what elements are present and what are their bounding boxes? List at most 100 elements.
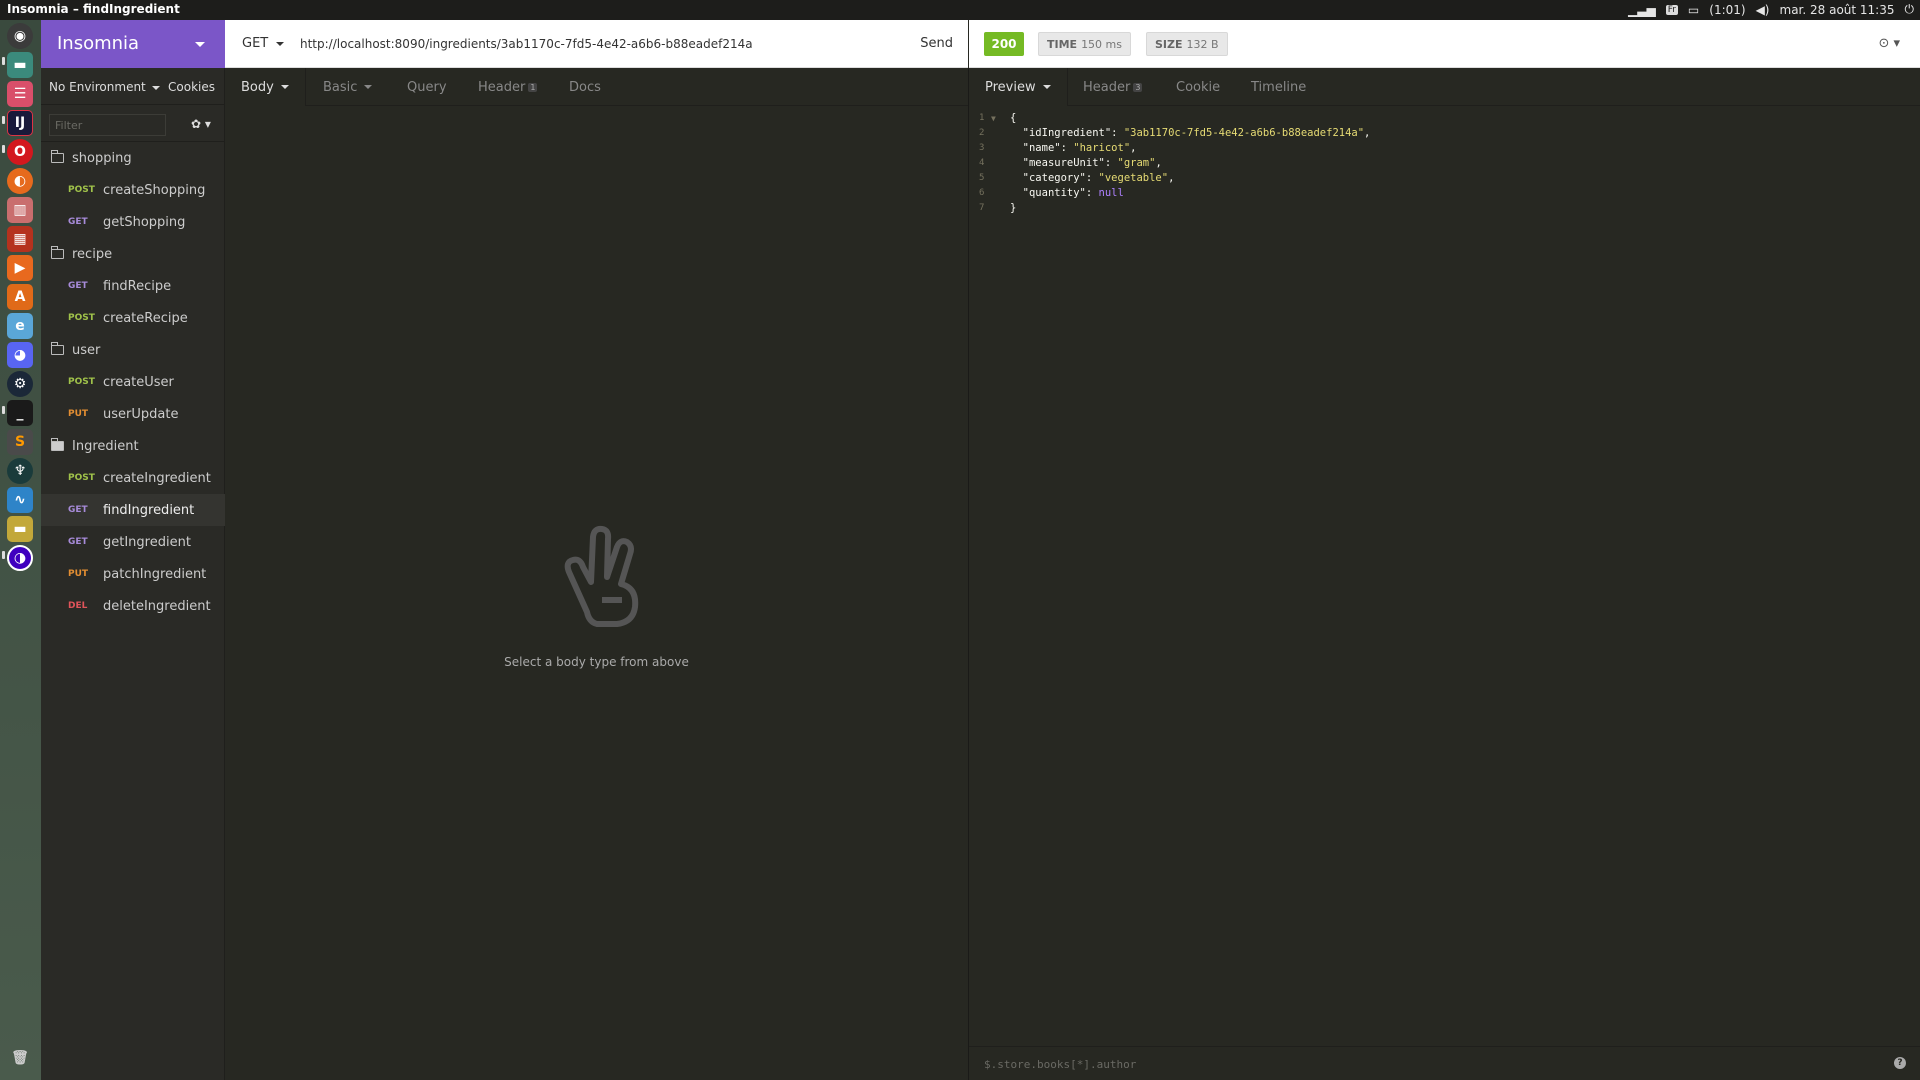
method-badge: GET	[68, 537, 88, 547]
tab-docs[interactable]: Docs	[553, 68, 617, 106]
request-item[interactable]: DEL deleteIngredient	[41, 590, 225, 622]
method-select[interactable]: GET	[242, 36, 284, 51]
clock[interactable]: mar. 28 août 11:35	[1780, 3, 1895, 17]
dash-icon[interactable]: ◉	[7, 23, 33, 49]
response-status-bar: 200 TIME 150 ms SIZE 132 B ⊙ ▾	[969, 20, 1920, 68]
power-icon[interactable]: ⏻	[1905, 2, 1915, 17]
intellij-icon[interactable]: IJ	[7, 110, 33, 136]
json-trail: ,	[1155, 157, 1162, 169]
request-label: userUpdate	[103, 406, 179, 422]
firefox-icon[interactable]: ◐	[7, 168, 33, 194]
response-preview[interactable]: 1 ▼ { 2 "idIngredient": "3ab1170c-7fd5-4…	[969, 107, 1920, 1045]
insomnia-app-icon[interactable]: ◑	[7, 545, 33, 571]
discord-icon[interactable]: ◕	[7, 342, 33, 368]
terminal-icon[interactable]: _	[7, 400, 33, 426]
history-icon[interactable]: ⊙ ▾	[1878, 36, 1900, 51]
sublime-icon[interactable]: S	[7, 429, 33, 455]
folder-recipe[interactable]: recipe	[41, 238, 225, 270]
response-filter-bar: ?	[969, 1046, 1920, 1080]
trash-icon[interactable]: 🗑	[7, 1045, 33, 1071]
header-count: 1	[528, 82, 538, 92]
battery-icon[interactable]: ▭	[1688, 3, 1699, 17]
system-monitor-icon[interactable]: ▥	[7, 197, 33, 223]
browser-icon[interactable]: e	[7, 313, 33, 339]
steam-icon[interactable]: ⚙	[7, 371, 33, 397]
response-filter-input[interactable]	[984, 1056, 1864, 1072]
method-badge: POST	[68, 313, 95, 323]
signal-icon[interactable]: ▁▃▅	[1628, 3, 1656, 17]
keyboard-layout[interactable]: Fr	[1665, 4, 1678, 15]
request-item[interactable]: POST createRecipe	[41, 302, 225, 334]
battery-time[interactable]: (1:01)	[1709, 3, 1745, 17]
json-key: "quantity"	[1022, 187, 1086, 199]
help-icon[interactable]: ?	[1894, 1057, 1906, 1069]
request-label: findIngredient	[103, 502, 195, 518]
request-item[interactable]: POST createShopping	[41, 174, 225, 206]
code-text: "idIngredient": "3ab1170c-7fd5-4e42-a6b6…	[1022, 127, 1371, 139]
tab-query[interactable]: Query	[391, 68, 463, 106]
request-item[interactable]: POST createIngredient	[41, 462, 225, 494]
folder-icon	[51, 150, 64, 163]
code-text: "name": "haricot",	[1022, 142, 1137, 154]
tab-label: Basic	[323, 79, 358, 95]
method-badge: PUT	[68, 409, 89, 419]
folder-label: Ingredient	[72, 438, 139, 454]
request-item[interactable]: GET getIngredient	[41, 526, 225, 558]
line-number: 7	[979, 203, 985, 213]
code-text: }	[1010, 202, 1017, 214]
tab-label: Cookie	[1176, 79, 1221, 95]
firewall-icon[interactable]: ▦	[7, 226, 33, 252]
method-badge: GET	[68, 217, 88, 227]
folder-ingredient[interactable]: Ingredient	[41, 430, 225, 462]
gitkraken-icon[interactable]: ♆	[7, 458, 33, 484]
folder-user[interactable]: user	[41, 334, 225, 366]
method-badge: PUT	[68, 569, 89, 579]
request-item[interactable]: GET findRecipe	[41, 270, 225, 302]
opera-icon[interactable]: O	[7, 139, 33, 165]
tab-label: Query	[407, 79, 447, 95]
cookies-button[interactable]: Cookies	[168, 80, 215, 94]
request-item[interactable]: POST createUser	[41, 366, 225, 398]
tab-timeline[interactable]: Timeline	[1235, 68, 1322, 106]
wireshark-icon[interactable]: ∿	[7, 487, 33, 513]
environment-select[interactable]: No Environment	[49, 80, 160, 94]
tab-auth[interactable]: Basic	[307, 68, 388, 106]
volume-icon[interactable]: ◀)	[1756, 3, 1770, 17]
request-label: getShopping	[103, 214, 186, 230]
method-badge: DEL	[68, 601, 88, 611]
gear-icon[interactable]: ✿ ▾	[191, 117, 211, 131]
code-text: "category": "vegetable",	[1022, 172, 1175, 184]
code-line: 6 "quantity": null	[969, 186, 1920, 201]
method-badge: POST	[68, 377, 95, 387]
method-badge: POST	[68, 473, 95, 483]
request-item-active[interactable]: GET findIngredient	[41, 494, 225, 526]
line-number: 4	[979, 158, 985, 168]
tab-cookie[interactable]: Cookie	[1160, 68, 1236, 106]
folder-shopping[interactable]: shopping	[41, 142, 225, 174]
json-trail: ,	[1364, 127, 1371, 139]
json-value: null	[1098, 187, 1124, 199]
postman-icon[interactable]: ▬	[7, 516, 33, 542]
sidebar-filter-input[interactable]	[49, 114, 166, 136]
tab-header[interactable]: Header 1	[462, 68, 553, 106]
media-player-icon[interactable]: ▶	[7, 255, 33, 281]
tab-response-header[interactable]: Header 3	[1067, 68, 1158, 106]
files-icon[interactable]: ▬	[7, 52, 33, 78]
method-badge: POST	[68, 185, 95, 195]
request-item[interactable]: PUT patchIngredient	[41, 558, 225, 590]
tab-preview[interactable]: Preview	[969, 68, 1068, 106]
software-center-icon[interactable]: A	[7, 284, 33, 310]
tab-body[interactable]: Body	[225, 68, 306, 106]
settings-app-icon[interactable]: ☰	[7, 81, 33, 107]
status-badge: 200	[984, 32, 1024, 56]
fold-arrow-icon[interactable]: ▼	[991, 111, 996, 126]
code-line: 3 "name": "haricot",	[969, 141, 1920, 156]
request-item[interactable]: GET getShopping	[41, 206, 225, 238]
json-key: "category"	[1022, 172, 1086, 184]
workspace-menu[interactable]: Insomnia	[41, 20, 225, 68]
url-input[interactable]: http://localhost:8090/ingredients/3ab117…	[300, 37, 753, 51]
request-item[interactable]: PUT userUpdate	[41, 398, 225, 430]
request-body-panel: Select a body type from above	[225, 107, 968, 1080]
send-button[interactable]: Send	[920, 36, 953, 51]
size-label: SIZE	[1155, 37, 1183, 51]
